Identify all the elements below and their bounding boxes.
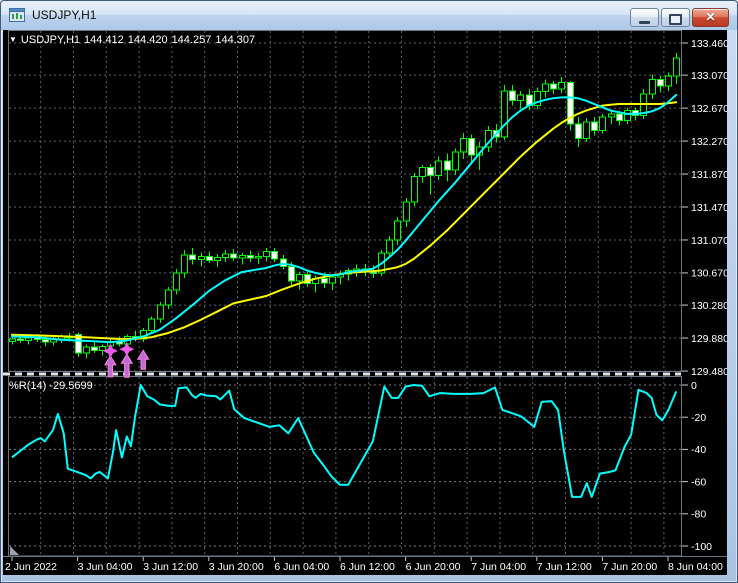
minimize-icon [639, 20, 650, 24]
svg-text:131.070: 131.070 [691, 235, 727, 247]
svg-text:130.670: 130.670 [691, 268, 727, 280]
collapse-triangle-icon[interactable]: ▼ [9, 35, 17, 44]
grid-lines [9, 31, 681, 555]
svg-text:-100: -100 [691, 541, 712, 553]
ohlc-low: 144.257 [171, 34, 212, 46]
svg-text:3 Jun 12:00: 3 Jun 12:00 [143, 561, 198, 573]
window-controls: ✕ [630, 8, 729, 27]
svg-text:6 Jun 04:00: 6 Jun 04:00 [274, 561, 329, 573]
window-title: USDJPY,H1 [32, 8, 97, 22]
svg-text:131.470: 131.470 [691, 202, 727, 214]
chart-client-area: 133.460 133.070 132.670 132.270 131.870 131.4… [3, 30, 729, 575]
svg-text:132.670: 132.670 [691, 103, 727, 115]
wpr-line [11, 384, 678, 498]
ohlc-high: 144.420 [127, 34, 168, 46]
restore-icon [669, 13, 682, 25]
wpr-axis[interactable]: 0 -20 -40 -60 -80 -100 [682, 380, 712, 553]
title-bar[interactable]: USDJPY,H1 ✕ [1, 1, 737, 30]
svg-text:-80: -80 [691, 509, 706, 521]
svg-text:3 Jun 20:00: 3 Jun 20:00 [209, 561, 264, 573]
svg-text:133.460: 133.460 [691, 38, 727, 50]
svg-text:132.270: 132.270 [691, 136, 727, 148]
svg-text:129.880: 129.880 [691, 333, 727, 345]
chart-window: USDJPY,H1 ✕ 133.460 133.070 132.670 132.270… [0, 0, 738, 583]
svg-text:2 Jun 2022: 2 Jun 2022 [5, 561, 57, 573]
wpr-resize-grip[interactable] [10, 546, 19, 555]
minimize-button[interactable] [630, 8, 659, 27]
svg-text:-40: -40 [691, 444, 706, 456]
svg-text:129.480: 129.480 [691, 366, 727, 378]
svg-text:8 Jun 04:00: 8 Jun 04:00 [668, 561, 723, 573]
svg-text:7 Jun 04:00: 7 Jun 04:00 [471, 561, 526, 573]
wpr-indicator-label: %R(14) -29.5699 [9, 380, 93, 392]
svg-text:-60: -60 [691, 476, 706, 488]
svg-text:-20: -20 [691, 412, 706, 424]
ohlc-close: 144.307 [215, 34, 256, 46]
chart-ohlc-label[interactable]: ▼ USDJPY,H1 144.412 144.420 144.257 144.307 [9, 34, 259, 46]
panel-borders [3, 30, 727, 557]
svg-text:7 Jun 20:00: 7 Jun 20:00 [602, 561, 657, 573]
ohlc-open: 144.412 [84, 34, 124, 46]
svg-text:131.870: 131.870 [691, 169, 727, 181]
svg-text:133.070: 133.070 [691, 70, 727, 82]
close-icon: ✕ [705, 10, 716, 24]
price-axis[interactable]: 133.460 133.070 132.670 132.270 131.870 131.4… [682, 38, 729, 378]
svg-text:6 Jun 20:00: 6 Jun 20:00 [406, 561, 461, 573]
price-chart-svg[interactable]: 133.460 133.070 132.670 132.270 131.870 131.4… [3, 30, 729, 575]
time-axis[interactable]: 2 Jun 2022 3 Jun 04:00 3 Jun 12:00 3 Jun 20… [5, 557, 723, 573]
svg-text:130.280: 130.280 [691, 300, 727, 312]
svg-text:6 Jun 12:00: 6 Jun 12:00 [340, 561, 395, 573]
close-button[interactable]: ✕ [692, 8, 729, 27]
chart-window-icon [9, 8, 25, 22]
svg-text:0: 0 [691, 380, 697, 392]
ohlc-symbol: USDJPY,H1 [20, 34, 81, 46]
svg-text:3 Jun 04:00: 3 Jun 04:00 [78, 561, 133, 573]
svg-text:7 Jun 12:00: 7 Jun 12:00 [537, 561, 592, 573]
restore-button[interactable] [661, 8, 690, 27]
